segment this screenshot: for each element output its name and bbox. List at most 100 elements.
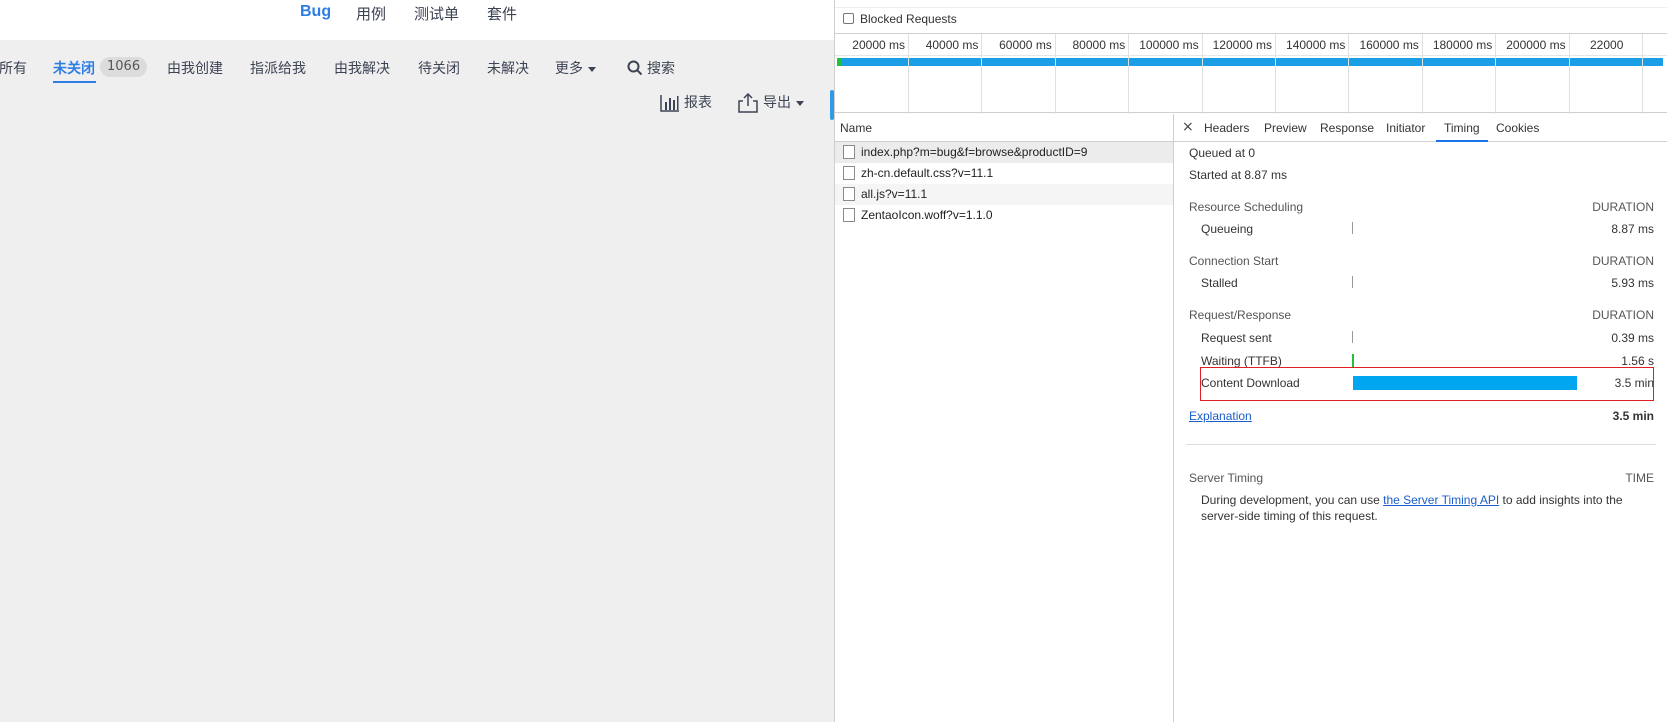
devtools-network-panel: Blocked Requests 20000 ms 40000 ms 60000 m… bbox=[834, 0, 1667, 722]
overview-gridline bbox=[1642, 34, 1643, 114]
overview-gridline bbox=[1421, 34, 1423, 114]
close-icon[interactable]: × bbox=[1182, 114, 1194, 140]
overview-ruler: 20000 ms 40000 ms 60000 ms 80000 ms 100000 m… bbox=[835, 34, 1667, 56]
overview-request-bar bbox=[837, 58, 1663, 66]
tab-headers[interactable]: Headers bbox=[1204, 114, 1249, 142]
filter-more-label: 更多 bbox=[555, 61, 583, 77]
duration-header: DURATION bbox=[1592, 254, 1654, 268]
search-label: 搜索 bbox=[647, 61, 675, 77]
export-button[interactable]: 导出 bbox=[737, 92, 804, 116]
tab-preview[interactable]: Preview bbox=[1264, 114, 1307, 142]
timing-track bbox=[1352, 222, 1652, 236]
request-name: zh-cn.default.css?v=11.1 bbox=[861, 166, 994, 180]
server-timing-api-link[interactable]: the Server Timing API bbox=[1383, 493, 1499, 507]
filter-more[interactable]: 更多 bbox=[555, 58, 596, 78]
filter-toolbar bbox=[835, 0, 1667, 8]
explanation-link[interactable]: Explanation bbox=[1189, 409, 1252, 423]
overview-tick-label: 140000 ms bbox=[1286, 38, 1346, 52]
overview-gridline bbox=[1495, 34, 1497, 114]
report-label: 报表 bbox=[684, 95, 712, 111]
timing-row-label: Request sent bbox=[1201, 331, 1272, 345]
nav-testsuite[interactable]: 套件 bbox=[487, 3, 517, 29]
request-row[interactable]: index.php?m=bug&f=browse&productID=9 bbox=[835, 142, 1173, 163]
ttfb-bar bbox=[1352, 354, 1354, 368]
timing-track bbox=[1352, 354, 1652, 368]
overview-gridline bbox=[981, 34, 983, 114]
export-label: 导出 bbox=[763, 95, 791, 111]
overview-gridline bbox=[1348, 34, 1350, 114]
app-header: Bug 用例 测试单 套件 bbox=[0, 0, 834, 40]
overview-gridline bbox=[1054, 34, 1056, 114]
nav-testcase[interactable]: 用例 bbox=[356, 3, 386, 29]
filter-assigned-to-me[interactable]: 指派给我 bbox=[250, 58, 306, 78]
overview-tick-label: 22000 bbox=[1590, 38, 1624, 52]
report-button[interactable]: 报表 bbox=[660, 92, 712, 116]
network-overview[interactable]: 20000 ms 40000 ms 60000 ms 80000 ms 100000 m… bbox=[835, 33, 1667, 114]
divider bbox=[1186, 444, 1656, 445]
document-icon bbox=[843, 145, 855, 159]
server-timing-description: During development, you can use the Serv… bbox=[1201, 492, 1641, 524]
overview-gridline bbox=[1128, 34, 1130, 114]
request-name: ZentaoIcon.woff?v=1.1.0 bbox=[861, 208, 993, 222]
overview-tick-label: 80000 ms bbox=[1072, 38, 1126, 52]
request-name: index.php?m=bug&f=browse&productID=9 bbox=[861, 145, 1088, 159]
server-timing-title: Server Timing bbox=[1189, 471, 1264, 485]
duration-header: DURATION bbox=[1592, 200, 1654, 214]
request-name: all.js?v=11.1 bbox=[861, 187, 928, 201]
blocked-requests-label: Blocked Requests bbox=[860, 12, 957, 26]
nav-testtask[interactable]: 测试单 bbox=[414, 3, 459, 29]
overview-tick-label: 100000 ms bbox=[1139, 38, 1199, 52]
chevron-down-icon bbox=[588, 66, 596, 72]
request-detail: × Headers Preview Response Initiator Tim… bbox=[1174, 114, 1667, 722]
request-row[interactable]: ZentaoIcon.woff?v=1.1.0 bbox=[835, 205, 1173, 226]
filter-all[interactable]: 所有 bbox=[0, 58, 27, 78]
document-icon bbox=[843, 208, 855, 222]
overview-tick-label: 60000 ms bbox=[999, 38, 1052, 52]
checkbox[interactable] bbox=[843, 13, 854, 24]
timing-tick bbox=[1352, 331, 1353, 343]
request-row[interactable]: zh-cn.default.css?v=11.1 bbox=[835, 163, 1173, 184]
total-duration: 3.5 min bbox=[1612, 409, 1654, 423]
timing-tick bbox=[1352, 222, 1353, 234]
web-app: Bug 用例 测试单 套件 所有 未关闭 由我创建 指派给我 由我解决 待关闭 … bbox=[0, 0, 834, 722]
queued-at: Queued at 0 bbox=[1189, 146, 1256, 160]
tab-cookies[interactable]: Cookies bbox=[1496, 114, 1539, 142]
timing-row-label: Stalled bbox=[1201, 276, 1238, 290]
overview-ttfb-bar bbox=[837, 58, 841, 66]
filter-to-close[interactable]: 待关闭 bbox=[418, 58, 460, 78]
search-icon bbox=[627, 60, 643, 76]
timing-track bbox=[1352, 276, 1652, 290]
timing-row-value: 0.39 ms bbox=[1611, 331, 1654, 345]
overview-tick-label: 120000 ms bbox=[1212, 38, 1272, 52]
filter-unclosed[interactable]: 未关闭 bbox=[53, 58, 95, 78]
timing-track bbox=[1352, 331, 1652, 345]
search-button[interactable]: 搜索 bbox=[627, 58, 675, 78]
description-text: server-side timing of this request. bbox=[1201, 509, 1378, 523]
duration-header: DURATION bbox=[1592, 308, 1654, 322]
overview-gridline bbox=[1201, 34, 1203, 114]
tab-response[interactable]: Response bbox=[1320, 114, 1374, 142]
nav-bug[interactable]: Bug bbox=[300, 3, 331, 29]
tab-initiator[interactable]: Initiator bbox=[1386, 114, 1425, 142]
overview-tick-label: 160000 ms bbox=[1359, 38, 1419, 52]
overview-gridline bbox=[908, 34, 909, 114]
overview-gridline bbox=[1275, 34, 1276, 114]
document-icon bbox=[843, 187, 855, 201]
time-header: TIME bbox=[1625, 471, 1654, 485]
request-row[interactable]: all.js?v=11.1 bbox=[835, 184, 1173, 205]
description-text: During development, you can use bbox=[1201, 493, 1384, 507]
filter-created-by-me[interactable]: 由我创建 bbox=[167, 58, 223, 78]
timing-row-value: 1.56 s bbox=[1621, 354, 1654, 368]
bar-chart-icon bbox=[660, 95, 679, 112]
name-column-header[interactable]: Name bbox=[835, 114, 1173, 142]
description-text: to add insights into the bbox=[1499, 493, 1623, 507]
overview-tick-label: 180000 ms bbox=[1432, 38, 1493, 52]
tab-timing[interactable]: Timing bbox=[1436, 114, 1488, 142]
highlight-annotation bbox=[1200, 367, 1654, 401]
section-title: Connection Start bbox=[1189, 254, 1279, 268]
overview-gridline bbox=[1568, 34, 1570, 114]
filter-resolved-by-me[interactable]: 由我解决 bbox=[334, 58, 390, 78]
filter-unresolved[interactable]: 未解决 bbox=[487, 58, 529, 78]
request-list: Name index.php?m=bug&f=browse&productID=… bbox=[835, 114, 1174, 722]
blocked-requests-checkbox[interactable]: Blocked Requests bbox=[843, 12, 957, 26]
